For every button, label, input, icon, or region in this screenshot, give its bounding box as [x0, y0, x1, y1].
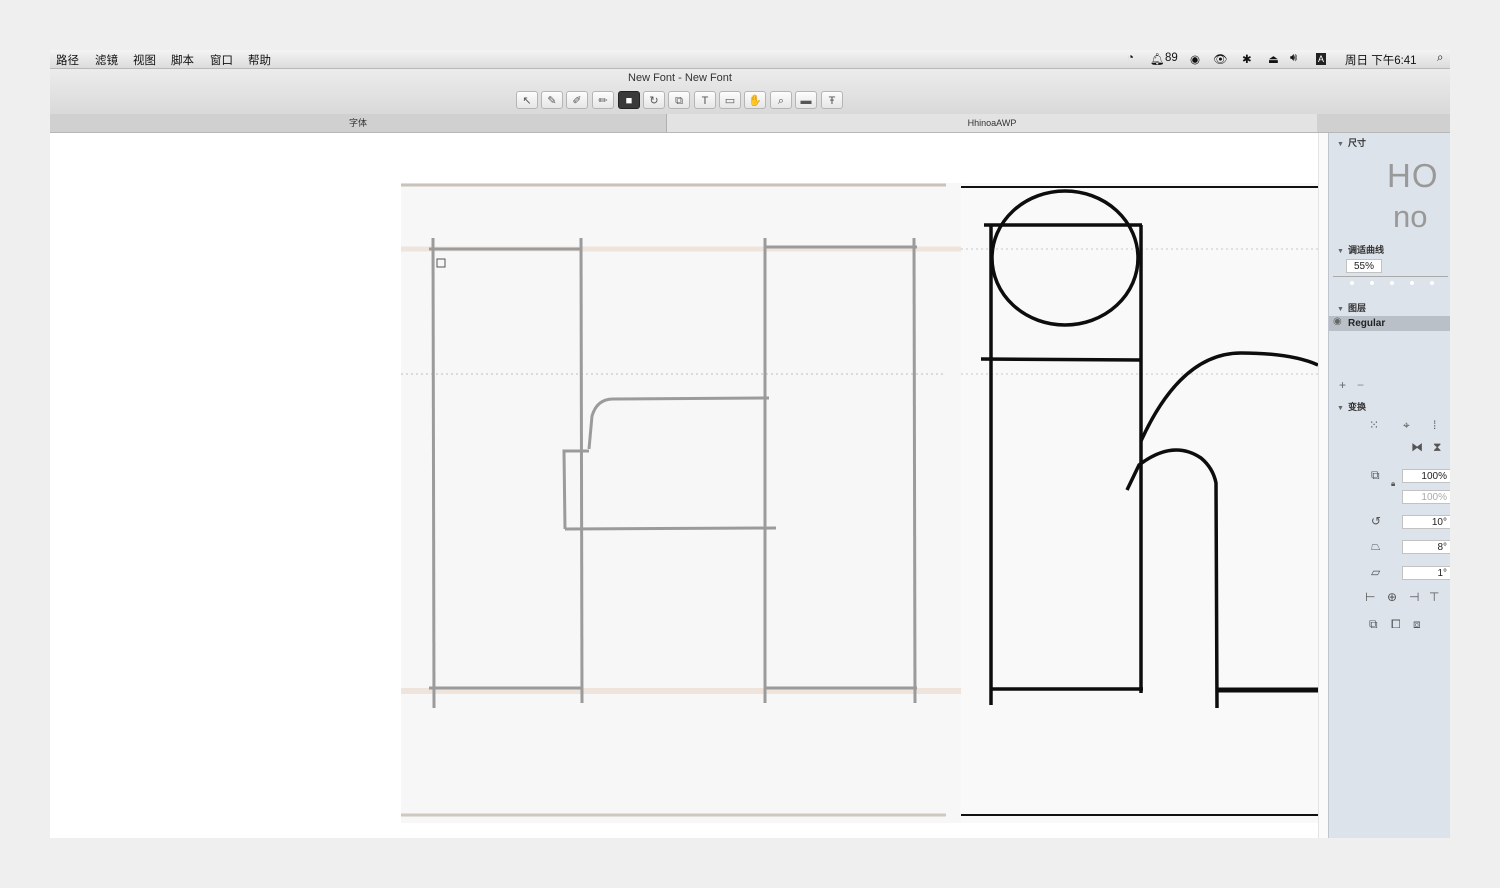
- tab-font[interactable]: 字体: [50, 114, 667, 132]
- transform-section-header[interactable]: ▼ 变换: [1337, 400, 1366, 413]
- notification-count: 89: [1165, 52, 1178, 64]
- flip-horizontal-icon[interactable]: ⧓: [1411, 440, 1423, 454]
- skew-icon[interactable]: ▱: [1371, 565, 1380, 579]
- pencil-tool-icon[interactable]: ✏: [592, 91, 614, 109]
- bell-icon[interactable]: 🔔︎: [1150, 52, 1165, 66]
- rectangle-tool-icon[interactable]: ■: [618, 91, 640, 109]
- scale-y-field[interactable]: 100%: [1402, 490, 1450, 504]
- scale-tool-icon[interactable]: ⧉: [668, 91, 690, 109]
- pen-edit-tool-icon[interactable]: ✎: [541, 91, 563, 109]
- remove-layer-button[interactable]: −: [1357, 378, 1364, 392]
- volume-icon[interactable]: 🔊︎: [1290, 52, 1297, 65]
- tab-bar: 字体 HhinoaAWP: [50, 114, 1450, 133]
- sketch-image-n: [961, 183, 1318, 823]
- select-tool-icon[interactable]: ↖: [516, 91, 538, 109]
- layer-name: Regular: [1348, 318, 1386, 329]
- layer-row-selected[interactable]: ◉ Regular: [1329, 316, 1450, 331]
- draw-tool-icon[interactable]: ✐: [566, 91, 588, 109]
- eye-icon[interactable]: 👁︎: [1213, 52, 1228, 66]
- align-center-icon[interactable]: ⊕: [1387, 590, 1397, 604]
- text-tool-icon[interactable]: T: [694, 91, 716, 109]
- hand-tool-icon[interactable]: ✋: [744, 91, 766, 109]
- menu-view[interactable]: 视图: [133, 52, 156, 68]
- union-icon[interactable]: ⧉: [1369, 617, 1378, 632]
- skew-field[interactable]: 1°: [1402, 566, 1450, 580]
- metrics-preview-lower: no: [1393, 199, 1428, 234]
- disclosure-triangle-icon: ▼: [1337, 405, 1344, 412]
- curve-percent-field[interactable]: 55%: [1346, 259, 1382, 273]
- menu-window[interactable]: 窗口: [210, 52, 233, 68]
- clock[interactable]: 周日 下午6:41: [1345, 52, 1417, 68]
- title-bar: New Font - New Font ↖ ✎ ✐ ✏ ■ ↻ ⧉ T ▭ ✋ …: [50, 69, 1450, 114]
- measure-tool-icon[interactable]: ▬: [795, 91, 817, 109]
- menu-script[interactable]: 脚本: [171, 52, 194, 68]
- inspector-panel: ▼ 尺寸 HO no ▼ 调适曲线 55% ▼ 图层 ◉ Regular + − ▼ 变…: [1328, 133, 1450, 838]
- app-status-icon[interactable]: ◉: [1190, 52, 1200, 66]
- input-method-icon[interactable]: A: [1316, 53, 1327, 65]
- rotate-field[interactable]: 10°: [1402, 515, 1450, 529]
- annotation-tool-icon[interactable]: ▭: [719, 91, 741, 109]
- type-tool-icon[interactable]: Ŧ: [821, 91, 843, 109]
- sync-icon[interactable]: ◔: [1127, 52, 1134, 64]
- slant-icon[interactable]: ⏢: [1371, 539, 1381, 554]
- rotate-tool-icon[interactable]: ↻: [643, 91, 665, 109]
- grid-origin-icon[interactable]: ⁙: [1369, 418, 1379, 432]
- glyph-canvas[interactable]: [50, 133, 1329, 838]
- tab-glyphs[interactable]: HhinoaAWP: [667, 114, 1317, 132]
- intersect-icon[interactable]: ⧈: [1413, 617, 1421, 632]
- app-window: 路径 滤镜 视图 脚本 窗口 帮助 ◔ 🔔︎ 89 ◉ 👁︎ ✱ ⏏ 🔊︎ A …: [50, 50, 1450, 838]
- align-right-icon[interactable]: ⊣: [1409, 590, 1419, 604]
- disclosure-triangle-icon: ▼: [1337, 141, 1344, 148]
- disclosure-triangle-icon: ▼: [1337, 248, 1344, 255]
- curve-section-header[interactable]: ▼ 调适曲线: [1337, 243, 1384, 256]
- window-title: New Font - New Font: [628, 72, 732, 84]
- scale-x-field[interactable]: 100%: [1402, 469, 1450, 483]
- lock-icon[interactable]: 🔒︎: [1391, 479, 1395, 489]
- scale-icon[interactable]: ⧉: [1371, 468, 1380, 483]
- sketch-image-h: [401, 183, 961, 823]
- align-bracket-icon[interactable]: ⁞: [1433, 418, 1436, 432]
- slant-field[interactable]: 8°: [1402, 540, 1450, 554]
- rotate-icon[interactable]: ↺: [1371, 514, 1381, 528]
- bluetooth-icon[interactable]: ✱: [1242, 52, 1252, 66]
- eject-icon[interactable]: ⏏: [1268, 52, 1279, 66]
- eye-icon[interactable]: ◉: [1333, 316, 1342, 327]
- curve-slider[interactable]: [1333, 276, 1448, 289]
- subtract-icon[interactable]: ⧠: [1391, 617, 1401, 632]
- zoom-tool-icon[interactable]: ⌕: [770, 91, 792, 109]
- align-left-icon[interactable]: ⊢: [1365, 590, 1375, 604]
- menu-bar: 路径 滤镜 视图 脚本 窗口 帮助 ◔ 🔔︎ 89 ◉ 👁︎ ✱ ⏏ 🔊︎ A …: [50, 50, 1450, 69]
- dimensions-section-header[interactable]: ▼ 尺寸: [1337, 136, 1366, 149]
- crosshair-icon[interactable]: ⌖: [1403, 418, 1410, 433]
- disclosure-triangle-icon: ▼: [1337, 306, 1344, 313]
- menu-path[interactable]: 路径: [56, 52, 79, 68]
- search-icon[interactable]: ⌕: [1437, 52, 1443, 65]
- menu-filter[interactable]: 滤镜: [95, 52, 118, 68]
- add-layer-button[interactable]: +: [1339, 378, 1346, 392]
- flip-vertical-icon[interactable]: ⧗: [1433, 440, 1441, 455]
- metrics-preview-upper: HO: [1387, 157, 1439, 194]
- layers-section-header[interactable]: ▼ 图层: [1337, 301, 1366, 314]
- menu-help[interactable]: 帮助: [248, 52, 271, 68]
- align-top-icon[interactable]: ⊤: [1429, 590, 1439, 604]
